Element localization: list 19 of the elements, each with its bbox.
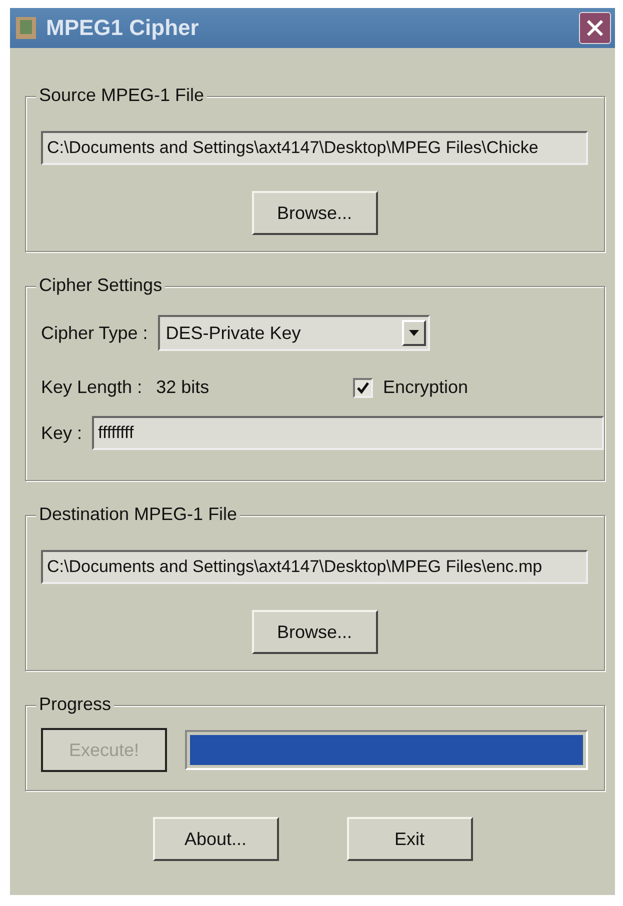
path-field[interactable]: C:\Documents and Settings\axt4147\Desktop\MPEG Files\enc.mp [41,550,588,584]
cipher-type-dropdown[interactable]: DES-Private Key [158,315,430,351]
path-field[interactable]: C:\Documents and Settings\axt4147\Desktop\MPEG Files\Chicke [41,131,588,165]
field-label: Key Length : [41,377,142,398]
close-icon [586,19,604,37]
check-icon [356,382,369,394]
group-label: Cipher Settings [36,275,166,296]
browse-button[interactable]: Browse... [252,191,378,235]
close-button[interactable] [579,12,611,44]
key-length-value: 32 bits [156,377,210,398]
caret-icon [408,330,419,336]
field-label: Key : [41,422,82,444]
field-label: Cipher Type : [41,322,148,344]
about-button[interactable]: About... [152,817,278,861]
window-title: MPEG1 Cipher [46,15,200,41]
encryption-checkbox[interactable]: Encryption [352,377,468,398]
exit-button[interactable]: Exit [346,817,472,861]
browse-button[interactable]: Browse... [252,610,378,654]
key-field[interactable]: ffffffff [92,416,604,450]
